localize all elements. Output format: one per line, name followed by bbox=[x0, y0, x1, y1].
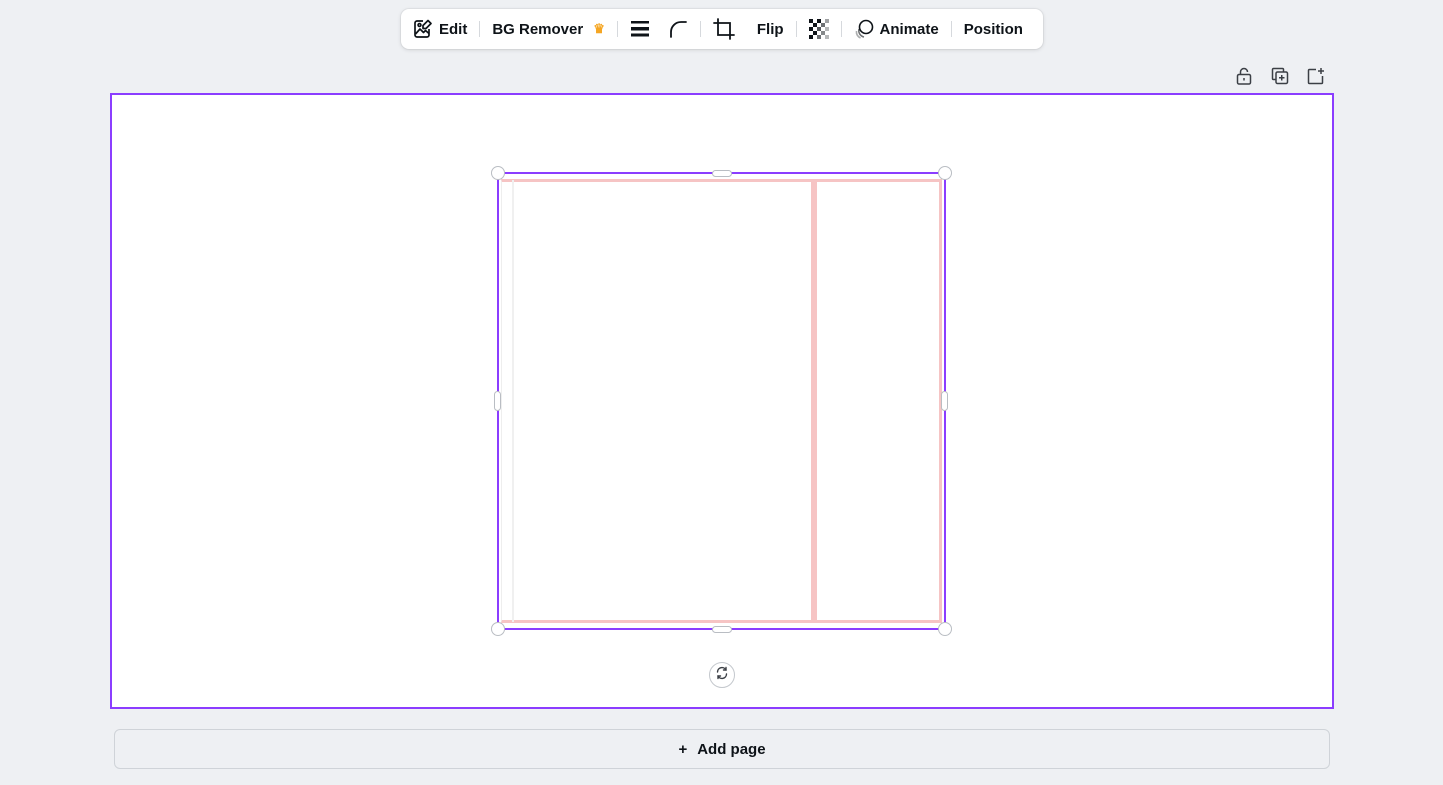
duplicate-page-icon bbox=[1271, 67, 1289, 90]
edit-label: Edit bbox=[439, 20, 468, 38]
resize-handle-bottom[interactable] bbox=[712, 626, 732, 633]
rotate-handle[interactable] bbox=[709, 662, 735, 688]
page-actions bbox=[1230, 66, 1338, 90]
animate-icon bbox=[854, 19, 874, 39]
lock-page-button[interactable] bbox=[1230, 66, 1258, 90]
crop-button[interactable] bbox=[709, 13, 739, 45]
resize-handle-right[interactable] bbox=[941, 391, 948, 411]
animate-button[interactable]: Animate bbox=[850, 13, 943, 45]
rotate-icon bbox=[715, 666, 729, 685]
corner-rounding-icon bbox=[668, 19, 688, 39]
transparency-button[interactable] bbox=[805, 13, 833, 45]
resize-handle-top-right[interactable] bbox=[938, 166, 952, 180]
flip-button[interactable]: Flip bbox=[753, 13, 788, 45]
animate-label: Animate bbox=[879, 20, 939, 38]
resize-handle-top-left[interactable] bbox=[491, 166, 505, 180]
bg-remover-button[interactable]: BG Remover ♛ bbox=[488, 13, 609, 45]
flip-label: Flip bbox=[756, 20, 784, 38]
corner-rounding-button[interactable] bbox=[664, 13, 692, 45]
edit-button[interactable]: Edit bbox=[409, 13, 471, 45]
resize-handle-bottom-right[interactable] bbox=[938, 622, 952, 636]
plus-icon: + bbox=[678, 740, 688, 758]
edit-image-icon bbox=[413, 19, 433, 39]
border-style-icon bbox=[630, 20, 650, 38]
frame-inner-line bbox=[512, 180, 514, 622]
toolbar-divider bbox=[699, 21, 701, 37]
add-page-button[interactable]: + Add page bbox=[114, 729, 1330, 769]
lock-icon bbox=[1236, 67, 1252, 90]
resize-handle-left[interactable] bbox=[494, 391, 501, 411]
duplicate-page-button[interactable] bbox=[1266, 66, 1294, 90]
toolbar-divider bbox=[616, 21, 618, 37]
position-label: Position bbox=[963, 20, 1023, 38]
resize-handle-bottom-left[interactable] bbox=[491, 622, 505, 636]
add-page-top-button[interactable] bbox=[1302, 66, 1330, 90]
transparency-icon bbox=[808, 19, 829, 39]
crown-icon: ♛ bbox=[593, 21, 605, 36]
toolbar-divider bbox=[479, 21, 481, 37]
border-style-button[interactable] bbox=[626, 13, 654, 45]
toolbar-divider bbox=[795, 21, 797, 37]
toolbar-divider bbox=[840, 21, 842, 37]
crop-icon bbox=[712, 18, 735, 40]
selected-frame-element[interactable] bbox=[497, 172, 946, 630]
element-toolbar: Edit BG Remover ♛ Flip Animate Position bbox=[401, 9, 1043, 49]
position-button[interactable]: Position bbox=[960, 13, 1027, 45]
frame-divider bbox=[811, 180, 817, 622]
toolbar-divider bbox=[950, 21, 952, 37]
add-page-label: Add page bbox=[697, 740, 766, 758]
bg-remover-label: BG Remover bbox=[492, 20, 584, 38]
add-page-icon bbox=[1307, 67, 1325, 90]
frame-border bbox=[501, 179, 942, 623]
resize-handle-top[interactable] bbox=[712, 170, 732, 177]
